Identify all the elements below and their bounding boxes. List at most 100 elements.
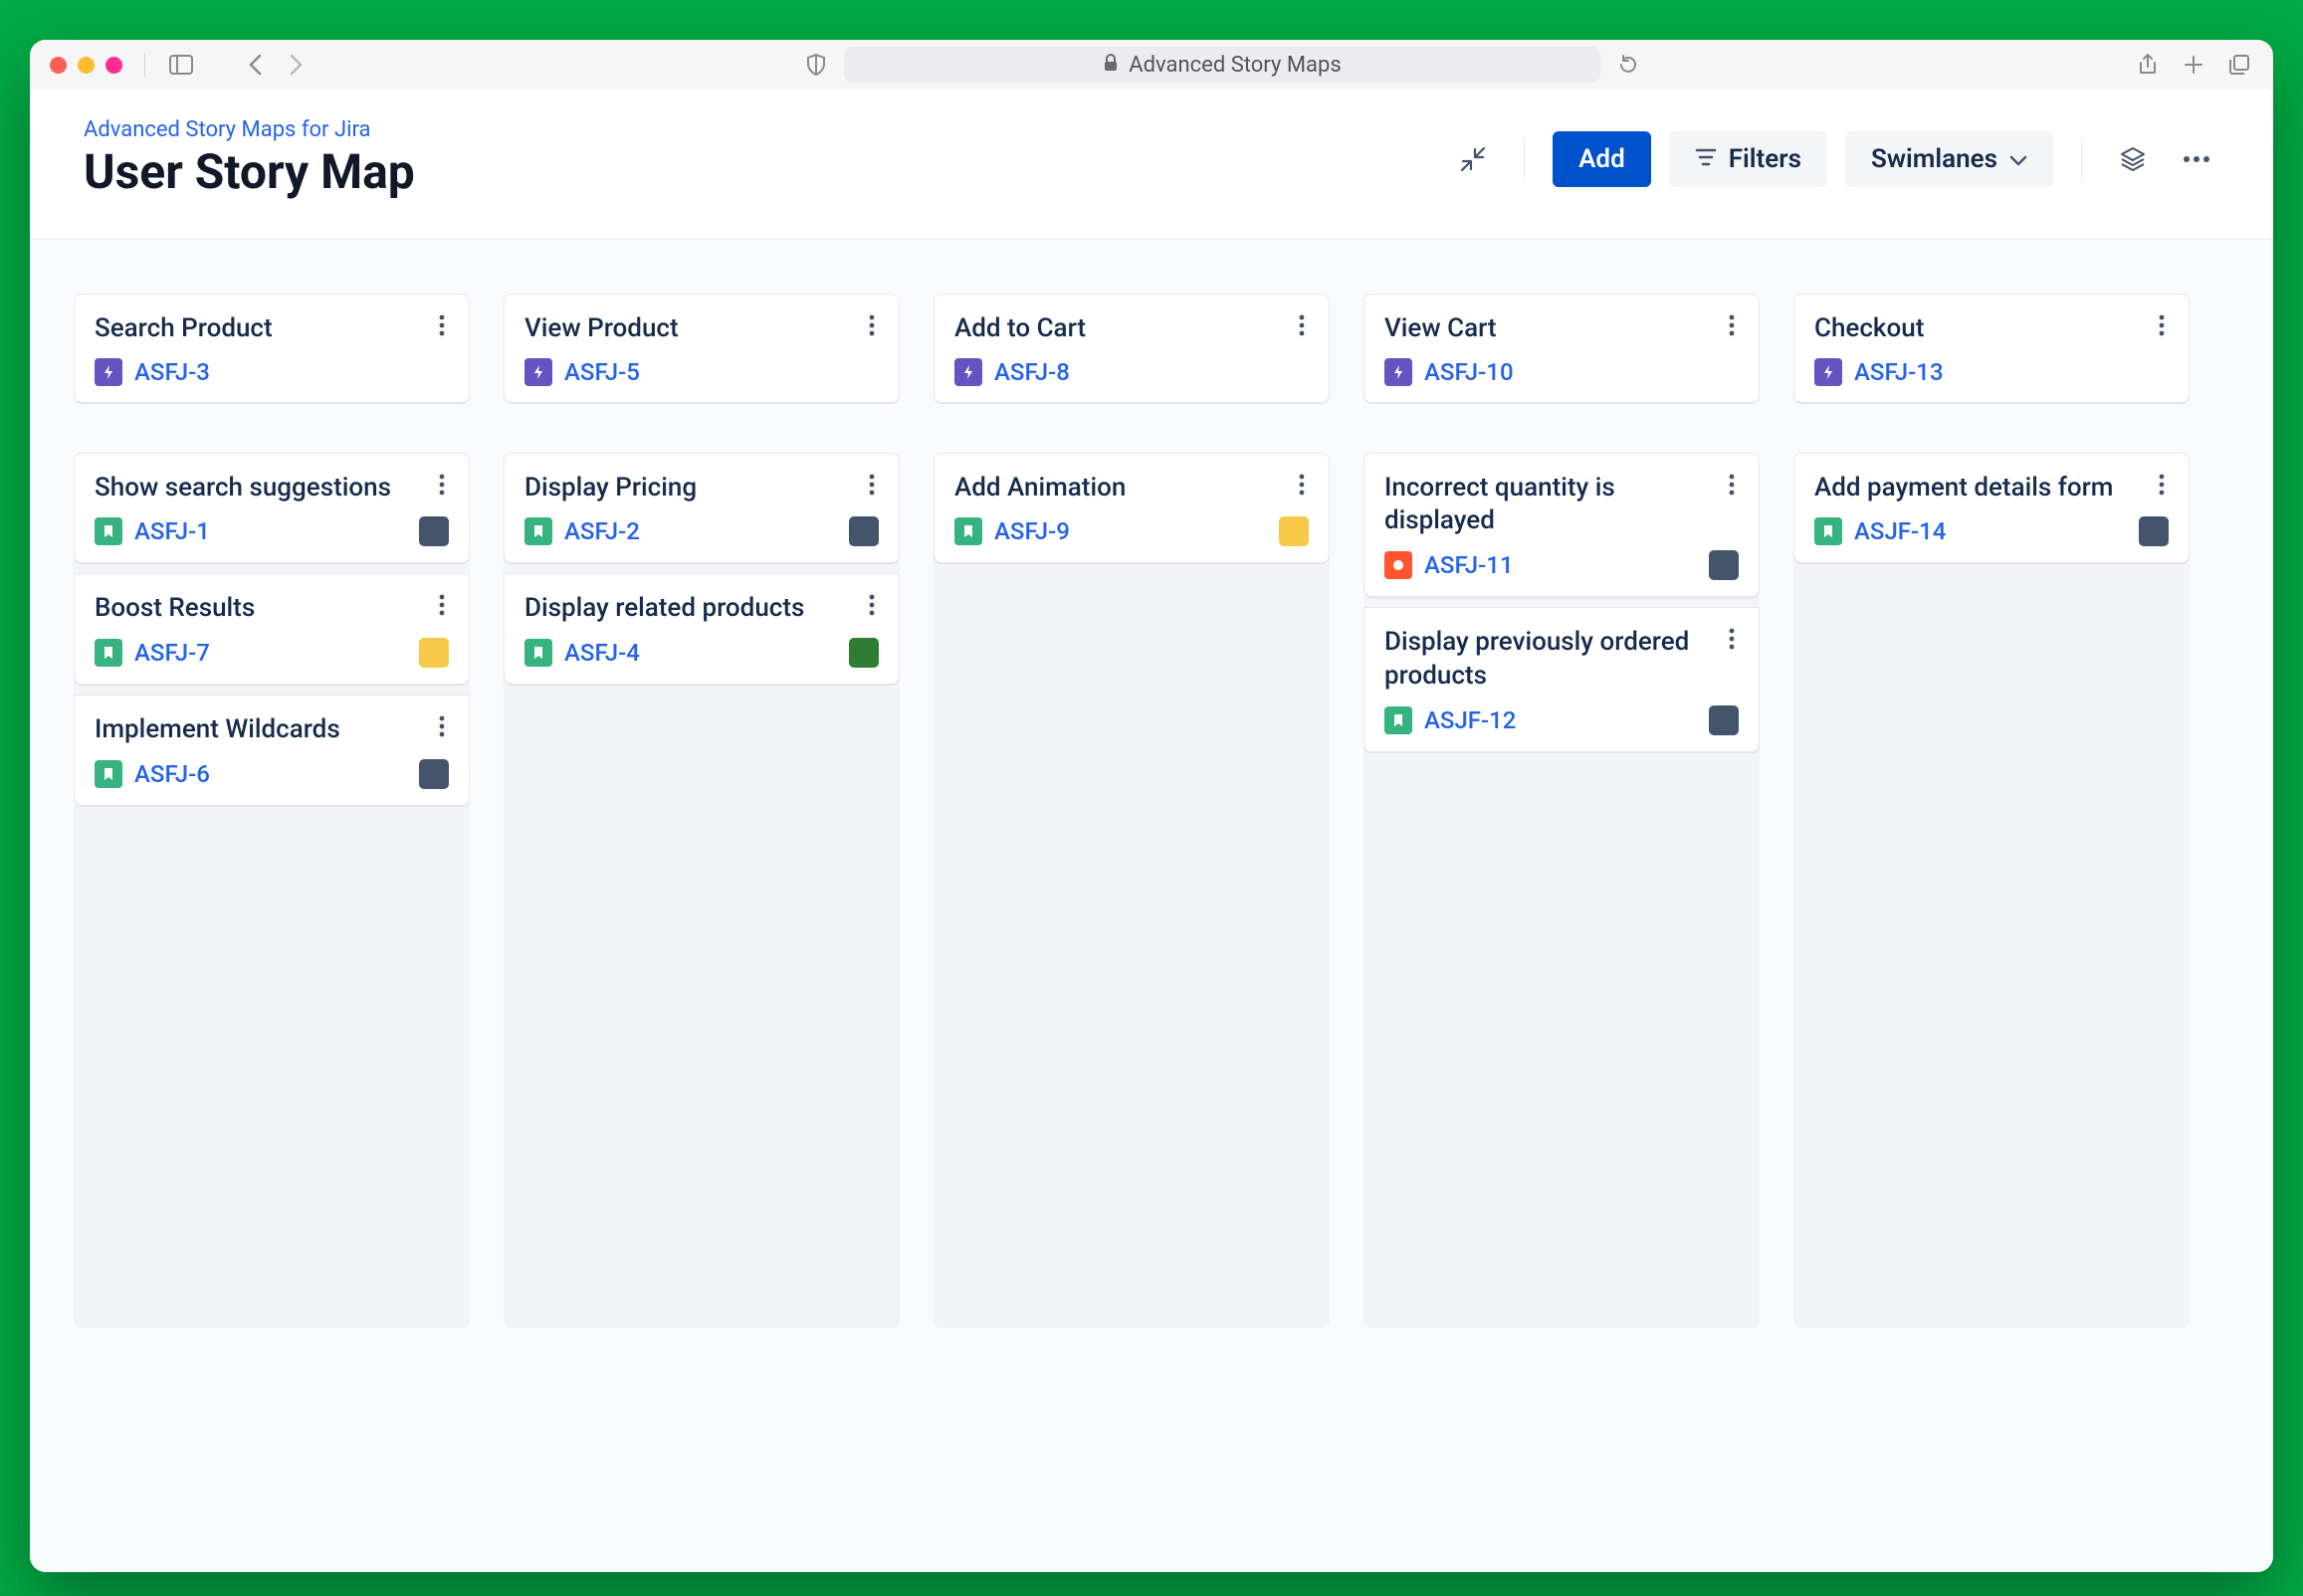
card-menu-icon[interactable]	[2145, 468, 2179, 501]
app-header: Advanced Story Maps for Jira User Story …	[30, 90, 2273, 240]
card-menu-icon[interactable]	[855, 308, 889, 342]
story-card[interactable]: Boost Results ASFJ-7	[74, 573, 470, 685]
more-menu-icon[interactable]	[2174, 136, 2219, 182]
bug-type-icon	[1384, 551, 1412, 579]
card-menu-icon[interactable]	[425, 468, 459, 501]
collapse-icon[interactable]	[1450, 136, 1496, 182]
lane-body[interactable]: Add payment details form ASJF-14	[1793, 453, 2190, 1328]
issue-key-link[interactable]: ASFJ-6	[134, 760, 210, 788]
card-title: Search Product	[95, 312, 449, 346]
filters-button[interactable]: Filters	[1669, 131, 1827, 187]
story-card[interactable]: Add AnimationASFJ-9	[934, 453, 1330, 564]
sidebar-toggle-icon[interactable]	[167, 51, 195, 79]
layers-icon[interactable]	[2110, 136, 2156, 182]
chrome-separator	[144, 53, 145, 77]
card-footer: ASFJ-9	[954, 516, 1309, 546]
issue-key-link[interactable]: ASFJ-7	[134, 639, 210, 667]
story-type-icon	[95, 639, 122, 667]
issue-key-link[interactable]: ASFJ-9	[994, 517, 1070, 545]
epic-card[interactable]: Checkout ASFJ-13	[1793, 294, 2190, 403]
nav-forward-icon[interactable]	[283, 51, 311, 79]
issue-key-link[interactable]: ASFJ-13	[1854, 358, 1944, 386]
story-card[interactable]: Add payment details form ASJF-14	[1793, 453, 2190, 564]
issue-key-link[interactable]: ASFJ-11	[1424, 551, 1514, 579]
add-button[interactable]: Add	[1553, 131, 1651, 187]
browser-chrome: Advanced Story Maps	[30, 40, 2273, 90]
priority-chip	[1709, 705, 1739, 735]
url-text: Advanced Story Maps	[1129, 53, 1341, 78]
epic-type-icon	[954, 358, 982, 386]
issue-key-link[interactable]: ASFJ-3	[134, 358, 210, 386]
issue-key-link[interactable]: ASJF-12	[1424, 706, 1516, 734]
story-type-icon	[524, 517, 552, 545]
card-menu-icon[interactable]	[1715, 308, 1749, 342]
chevron-down-icon	[2009, 144, 2027, 174]
new-tab-icon[interactable]	[2180, 51, 2207, 79]
priority-chip	[849, 516, 879, 546]
issue-key-link[interactable]: ASJF-14	[1854, 517, 1946, 545]
card-title: Checkout	[1814, 312, 2169, 346]
lane: CheckoutASFJ-13Add payment details formA…	[1793, 294, 2190, 1328]
priority-chip	[419, 516, 449, 546]
card-title: View Product	[524, 312, 879, 346]
card-title: Display previously ordered products	[1384, 626, 1739, 694]
card-footer: ASFJ-8	[954, 358, 1309, 386]
story-type-icon	[1814, 517, 1842, 545]
card-footer: ASFJ-4	[524, 638, 879, 668]
card-menu-icon[interactable]	[425, 588, 459, 622]
story-type-icon	[954, 517, 982, 545]
card-menu-icon[interactable]	[1285, 468, 1319, 501]
issue-key-link[interactable]: ASFJ-2	[564, 517, 640, 545]
story-card[interactable]: Display related productsASFJ-4	[504, 573, 900, 685]
epic-card[interactable]: Search Product ASFJ-3	[74, 294, 470, 403]
card-menu-icon[interactable]	[1715, 468, 1749, 501]
epic-type-icon	[524, 358, 552, 386]
card-menu-icon[interactable]	[855, 588, 889, 622]
minimize-window-icon[interactable]	[78, 57, 95, 74]
url-bar[interactable]: Advanced Story Maps	[844, 47, 1600, 83]
breadcrumb[interactable]: Advanced Story Maps for Jira	[84, 117, 415, 142]
card-footer: ASFJ-11	[1384, 550, 1739, 580]
epic-type-icon	[95, 358, 122, 386]
card-title: Add to Cart	[954, 312, 1309, 346]
story-card[interactable]: Implement Wildcards ASFJ-6	[74, 695, 470, 806]
zoom-window-icon[interactable]	[105, 57, 122, 74]
filters-button-label: Filters	[1729, 144, 1801, 174]
card-menu-icon[interactable]	[855, 468, 889, 501]
card-menu-icon[interactable]	[1285, 308, 1319, 342]
lane-body[interactable]: Show search suggestionsASFJ-1Boost Resul…	[74, 453, 470, 1328]
story-card[interactable]: Incorrect quantity is displayedASFJ-11	[1363, 453, 1760, 598]
card-menu-icon[interactable]	[2145, 308, 2179, 342]
issue-key-link[interactable]: ASFJ-4	[564, 639, 640, 667]
story-card[interactable]: Show search suggestionsASFJ-1	[74, 453, 470, 564]
card-menu-icon[interactable]	[425, 308, 459, 342]
epic-card[interactable]: View Product ASFJ-5	[504, 294, 900, 403]
epic-card[interactable]: Add to Cart ASFJ-8	[934, 294, 1330, 403]
share-icon[interactable]	[2134, 51, 2162, 79]
story-card[interactable]: Display previously ordered products ASJF-…	[1363, 607, 1760, 752]
card-menu-icon[interactable]	[425, 709, 459, 743]
issue-key-link[interactable]: ASFJ-10	[1424, 358, 1514, 386]
lane: Add to Cart ASFJ-8 Add AnimationASFJ-9	[934, 294, 1330, 1328]
issue-key-link[interactable]: ASFJ-5	[564, 358, 640, 386]
close-window-icon[interactable]	[50, 57, 67, 74]
story-type-icon	[95, 517, 122, 545]
nav-back-icon[interactable]	[241, 51, 269, 79]
card-title: Boost Results	[95, 592, 449, 626]
lane-body[interactable]: Incorrect quantity is displayedASFJ-11Di…	[1363, 453, 1760, 1328]
priority-chip	[2139, 516, 2169, 546]
privacy-shield-icon[interactable]	[802, 51, 830, 79]
lane-body[interactable]: Add AnimationASFJ-9	[934, 453, 1330, 1328]
card-title: Add payment details form	[1814, 472, 2169, 505]
swimlanes-button[interactable]: Swimlanes	[1845, 131, 2053, 187]
card-menu-icon[interactable]	[1715, 622, 1749, 656]
epic-card[interactable]: View CartASFJ-10	[1363, 294, 1760, 403]
tabs-overview-icon[interactable]	[2225, 51, 2253, 79]
lane-body[interactable]: Display PricingASFJ-2Display related pro…	[504, 453, 900, 1328]
issue-key-link[interactable]: ASFJ-1	[134, 517, 210, 545]
story-type-icon	[1384, 706, 1412, 734]
story-card[interactable]: Display PricingASFJ-2	[504, 453, 900, 564]
card-title: Implement Wildcards	[95, 713, 449, 747]
reload-icon[interactable]	[1614, 51, 1642, 79]
issue-key-link[interactable]: ASFJ-8	[994, 358, 1070, 386]
